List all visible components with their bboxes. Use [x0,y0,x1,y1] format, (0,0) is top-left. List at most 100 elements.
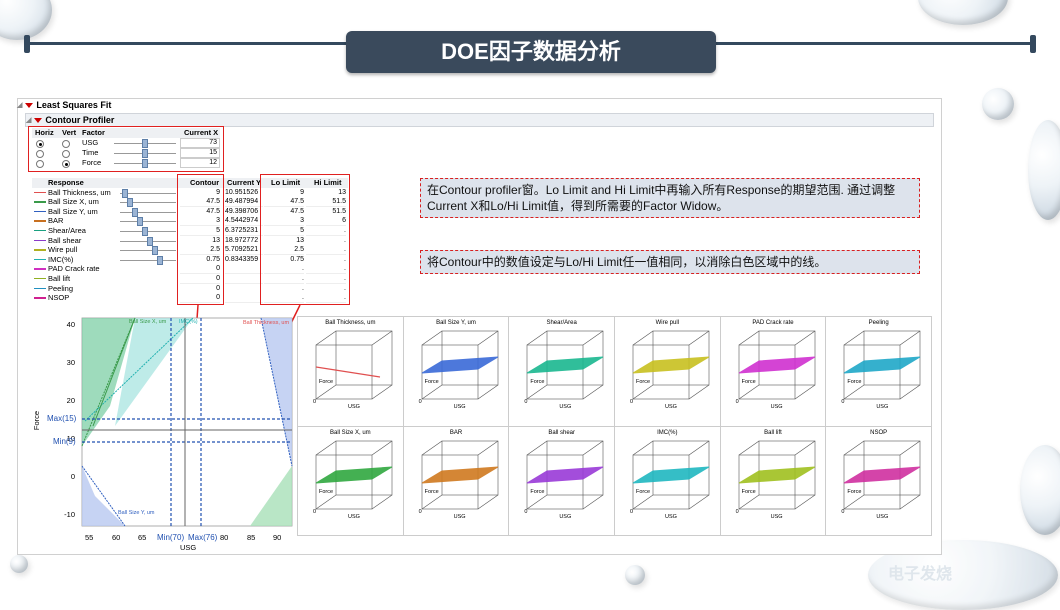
cube-edge [477,384,498,400]
max-usg-label: Max(76) [188,533,218,542]
surface-trace [315,366,381,378]
y-tick-minus10: -10 [64,510,75,519]
y-tick-40: 40 [66,320,75,329]
cube-edge [583,494,604,509]
cube-edge [738,440,759,455]
surface-plot[interactable]: Shear/Area Force 0 USG [509,317,614,426]
surface-force-label: Force [319,379,334,385]
y-axis-label: Force [32,410,42,431]
cube-edge [688,494,710,509]
ball-size-y-region-label: Ball Size Y, um [118,510,155,516]
surface-plane [632,356,710,374]
cube-edge [583,330,604,346]
cube-edge [900,384,921,400]
cube-edge [794,494,815,509]
surface-plot[interactable]: IMC(%) Force 0 USG [614,426,720,535]
imc-region-label: IMC(%) [179,319,198,325]
cube-edge [421,330,442,346]
surface-plot[interactable]: Ball shear Force 0 USG [509,426,614,535]
cube-edge [477,440,498,455]
cube-edge [421,494,442,509]
cube-edge [371,330,393,346]
cube-edge [844,330,865,346]
surface-plot-grid: Ball Thickness, um Force 0 USG Ball Size Y, … [297,316,932,536]
cube-edge [688,384,710,400]
surface-force-label: Force [635,379,651,385]
x-tick-80: 80 [220,533,229,542]
surface-usg-label: USG [664,513,677,520]
surface-zero-label: 0 [629,508,634,515]
surface-plot[interactable]: Ball Size Y, um Force 0 USG [403,317,509,426]
cube-edge [844,440,865,455]
ball-size-x-region-label: Ball Size X, um [129,319,167,325]
surface-plot[interactable]: NSOP Force 0 USG [826,426,931,535]
cube-back-face [335,330,393,386]
cube-edge [527,384,548,400]
x-tick-85: 85 [247,533,256,542]
cube-edge [794,440,815,455]
surface-zero-label: 0 [313,508,317,515]
ball-thickness-region-label: Ball Thickness, um [243,320,290,326]
y-tick-20: 20 [66,396,75,405]
cube-edge [632,494,654,509]
min-usg-label: Min(70) [157,533,185,542]
surface-plane [844,356,921,374]
cube-edge [315,440,337,455]
surface-plot[interactable]: Ball Size X, um Force 0 USG [298,426,403,535]
surface-plot[interactable]: Wire pull Force 0 USG [614,317,720,426]
cube-edge [477,494,498,509]
cube-edge [688,330,710,346]
cube-edge [738,384,759,400]
cube-edge [477,330,498,346]
surface-plot[interactable]: Ball Thickness, um Force 0 USG [298,317,403,426]
surface-usg-label: USG [770,404,783,410]
y-tick-0: 0 [70,472,75,481]
cube-edge [632,330,654,346]
surface-plane [527,356,604,374]
surface-plane [738,356,815,374]
cube-edge [794,384,815,400]
surface-force-label: Force [424,488,439,495]
cube-edge [583,384,604,400]
surface-plane [315,466,393,483]
cube-edge [900,440,921,455]
surface-usg-label: USG [348,513,360,520]
surface-force-label: Force [741,379,756,385]
cube-front-face [315,344,373,400]
surface-plot[interactable]: BAR Force 0 USG [403,426,509,535]
cube-edge [371,384,393,400]
max-force-label: Max(15) [47,414,77,423]
surface-force-label: Force [530,379,545,385]
surface-force-label: Force [424,379,439,385]
surface-zero-label: 0 [735,399,739,405]
surface-usg-label: USG [559,404,572,410]
surface-plot[interactable]: Ball lift Force 0 USG [720,426,826,535]
surface-plane [527,466,604,483]
surface-usg-label: USG [664,404,677,410]
surface-plot[interactable]: Peeling Force 0 USG [826,317,931,426]
cube-edge [844,494,865,509]
surface-zero-label: 0 [313,399,317,405]
surface-force-label: Force [530,488,545,495]
surface-usg-label: USG [453,404,466,410]
surface-plane [421,356,498,374]
x-tick-60: 60 [112,533,121,542]
cube-edge [844,384,865,400]
surface-force-label: Force [847,488,862,495]
cube-edge [632,440,654,455]
cube-edge [315,384,337,400]
surface-usg-label: USG [876,513,889,520]
cube-edge [421,440,442,455]
cube-edge [632,384,654,400]
surface-usg-label: USG [348,404,360,410]
contour-plot[interactable]: 40 30 20 10 0 -10 Force Max(15) Min(9) 5… [32,316,295,556]
surface-zero-label: 0 [841,508,845,515]
surface-plot[interactable]: PAD Crack rate Force 0 USG [720,317,826,426]
cube-edge [371,440,393,455]
cube-edge [527,494,548,509]
cube-edge [371,494,393,509]
surface-zero-label: 0 [524,399,528,405]
surface-force-label: Force [319,488,334,495]
surface-plane [844,466,921,483]
cube-edge [527,330,548,346]
